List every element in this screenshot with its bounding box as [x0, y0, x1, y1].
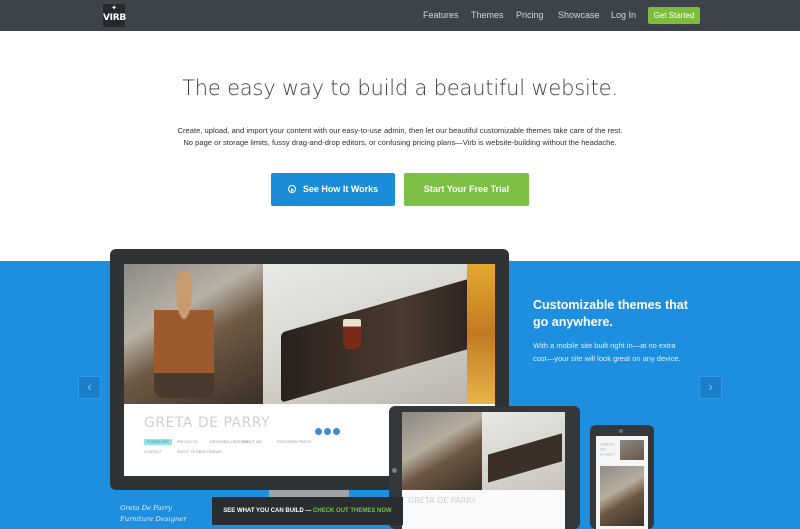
- site-menu-item: FURNITURE: [144, 439, 172, 445]
- nav-link-features[interactable]: Features: [423, 0, 459, 31]
- themes-bar-prefix: SEE WHAT YOU CAN BUILD —: [223, 508, 314, 514]
- nav-link-showcase[interactable]: Showcase: [558, 0, 600, 31]
- caption-role: Furniture Designer: [120, 515, 187, 523]
- logo-text: VIRB: [103, 13, 126, 23]
- check-out-themes-bar[interactable]: SEE WHAT YOU CAN BUILD — CHECK OUT THEME…: [212, 497, 403, 525]
- top-navigation: ✦ VIRB Features Themes Pricing Showcase …: [0, 0, 800, 31]
- see-how-it-works-button[interactable]: See How It Works: [271, 173, 395, 206]
- get-started-button[interactable]: Get Started: [648, 7, 700, 24]
- logo-star-icon: ✦: [111, 4, 117, 12]
- site-menu-item: NEWS: [210, 450, 222, 454]
- phone-photo-large: [600, 466, 644, 526]
- hero-subtext-line-1: Create, upload, and import your content …: [177, 126, 623, 135]
- nav-link-pricing[interactable]: Pricing: [516, 0, 544, 31]
- social-icons: [315, 422, 342, 440]
- see-how-it-works-label: See How It Works: [302, 184, 379, 194]
- feature-title: Customizable themes that go anywhere.: [533, 298, 688, 329]
- phone-photo-small: [620, 440, 644, 460]
- site-menu-item: PROJECTS: [177, 440, 198, 444]
- tablet-site-name: GRETA DE PARRY: [408, 496, 477, 505]
- caption-name: Greta De Parry: [120, 504, 172, 512]
- social-circle-icon: [333, 428, 340, 435]
- tablet-photo-left: [402, 412, 482, 490]
- check-out-themes-link[interactable]: CHECK OUT THEMES NOW: [313, 508, 392, 514]
- carousel-prev-arrow-icon[interactable]: ‹: [78, 376, 101, 399]
- carousel-next-arrow-icon[interactable]: ›: [699, 376, 722, 399]
- site-menu-item: FEATURED PRESS: [277, 440, 312, 444]
- tablet-photo-right: [482, 412, 565, 490]
- site-menu-item: ABOUT ME: [242, 440, 262, 444]
- hero-headline: The easy way to build a beautiful websit…: [182, 76, 618, 100]
- social-circle-icon: [324, 428, 331, 435]
- hero-subtext-line-2: No page or storage limits, fussy drag-an…: [183, 138, 617, 147]
- tablet-button: [392, 468, 397, 473]
- play-icon: [287, 185, 296, 193]
- virb-logo[interactable]: ✦ VIRB: [103, 4, 126, 27]
- nav-link-login[interactable]: Log In: [611, 0, 636, 31]
- site-menu-item: CONTACT: [144, 450, 163, 454]
- table-photo: [263, 264, 495, 404]
- designer-photo: [124, 264, 263, 404]
- nav-link-themes[interactable]: Themes: [471, 0, 504, 31]
- phone-camera: [619, 429, 623, 433]
- site-menu-item: SUPLY TV OBJECT: [177, 450, 211, 454]
- start-free-trial-button[interactable]: Start Your Free Trial: [404, 173, 529, 206]
- feature-text: With a mobile site built right in—at no …: [533, 341, 681, 363]
- tablet-screen: GRETA DE PARRY: [402, 412, 565, 529]
- phone-screen: GRETA DE PARRY: [596, 436, 648, 529]
- site-name: GRETA DE PARRY: [144, 415, 271, 431]
- phone-site-name: GRETA DE PARRY: [600, 442, 616, 457]
- social-circle-icon: [315, 428, 322, 435]
